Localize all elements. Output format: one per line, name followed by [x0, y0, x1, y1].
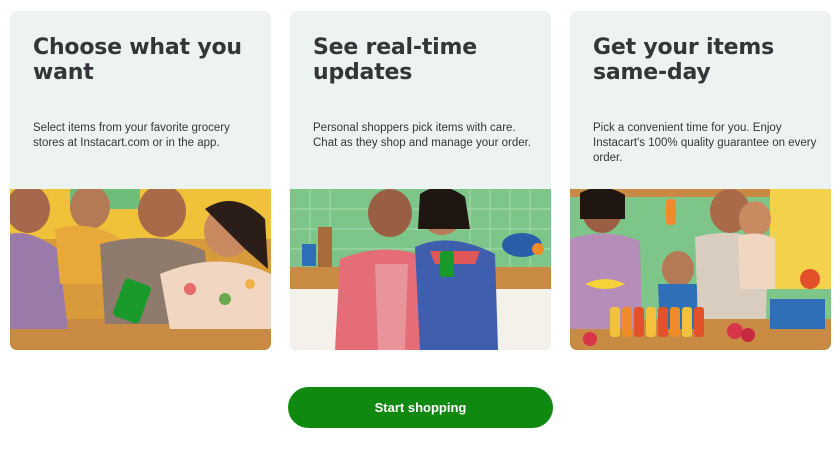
card-description: Select items from your favorite grocery … [33, 122, 230, 149]
card-description: Personal shoppers pick items with care. … [313, 122, 532, 149]
feature-card-same-day: Get your items same-day Pick a convenien… [570, 11, 831, 350]
card-description: Pick a convenient time for you. Enjoy In… [593, 122, 817, 164]
start-shopping-button[interactable]: Start shopping [288, 387, 553, 428]
couple-in-kitchen-photo [290, 189, 551, 350]
how-it-works-section: Choose what you want Select items from y… [0, 0, 840, 458]
feature-card-choose: Choose what you want Select items from y… [10, 11, 271, 350]
family-with-phone-photo [10, 189, 271, 350]
card-title: Choose what you want [33, 35, 242, 85]
card-title: Get your items same-day [593, 35, 774, 85]
card-title: See real-time updates [313, 35, 477, 85]
feature-card-updates: See real-time updates Personal shoppers … [290, 11, 551, 350]
family-with-groceries-photo [570, 189, 831, 350]
